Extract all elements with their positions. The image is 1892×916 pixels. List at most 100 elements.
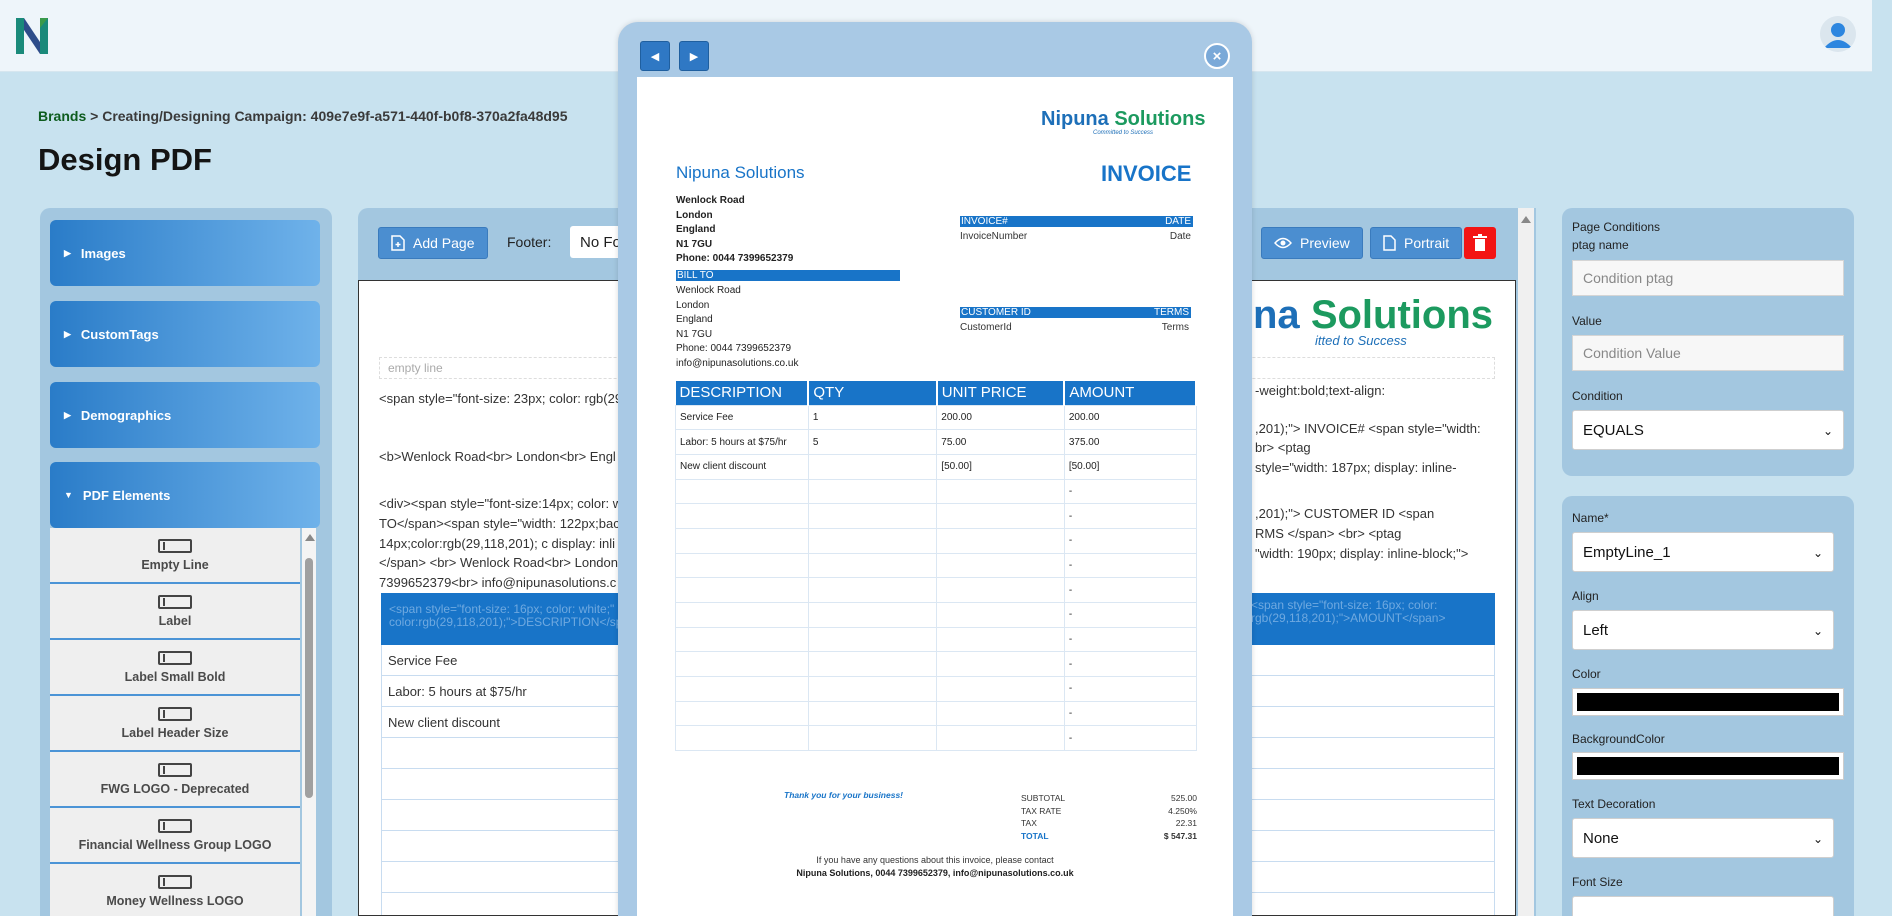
font-size-input[interactable] — [1572, 896, 1834, 916]
element-label: Label — [158, 613, 192, 628]
accordion-label: CustomTags — [80, 326, 159, 342]
accordion-label: PDF Elements — [82, 487, 171, 503]
terms-value: Terms — [1161, 322, 1189, 333]
summary-value: $ 547.31 — [1163, 830, 1197, 841]
text-field-icon — [158, 874, 192, 889]
item-desc: Service Fee — [675, 404, 809, 431]
align-select[interactable]: Left ⌄ — [1572, 610, 1834, 650]
text-field-icon — [158, 762, 192, 777]
elements-sidebar: ▶ Images ▶ CustomTags ▶ Demographics ▼ P… — [40, 208, 332, 916]
bgcolor-label: BackgroundColor — [1572, 732, 1665, 746]
accordion-images[interactable]: ▶ Images — [50, 220, 320, 286]
bgcolor-picker[interactable] — [1572, 752, 1844, 780]
delete-page-button[interactable] — [1464, 227, 1496, 259]
code-line[interactable]: 14px;color:rgb(29,118,201); c display: i… — [379, 536, 615, 551]
table-row: - — [675, 725, 1197, 752]
col-amount: AMOUNT — [1064, 381, 1197, 405]
brand-fragment-a: na — [1253, 293, 1300, 337]
canvas-brand-logo[interactable]: na Solutions — [1253, 293, 1493, 338]
add-page-icon — [391, 235, 405, 251]
item-amount: - — [1063, 577, 1197, 603]
condition-selected: EQUALS — [1583, 422, 1644, 439]
accordion-pdf-elements[interactable]: ▼ PDF Elements — [50, 462, 320, 528]
item-desc: New client discount — [675, 453, 809, 480]
bill-to-bar: BILL TO — [676, 270, 900, 281]
name-select[interactable]: EmptyLine_1 ⌄ — [1572, 532, 1834, 572]
user-avatar-icon[interactable] — [1820, 16, 1856, 52]
summary-label: TAX — [1021, 818, 1037, 828]
table-row: Labor: 5 hours at $75/hr 5 75.00 375.00 — [675, 429, 1197, 455]
accordion-demographics[interactable]: ▶ Demographics — [50, 382, 320, 448]
item-amount: - — [1063, 503, 1197, 529]
preview-button[interactable]: Preview — [1261, 227, 1363, 259]
scroll-up-arrow-icon[interactable] — [1521, 216, 1531, 223]
breadcrumb: Brands > Creating/Designing Campaign: 40… — [38, 108, 568, 124]
condition-select[interactable]: EQUALS ⌄ — [1572, 410, 1844, 450]
bill-to-line: Phone: 0044 7399652379 — [676, 343, 792, 354]
element-label[interactable]: Label — [50, 584, 300, 640]
elements-scrollbar[interactable] — [302, 528, 316, 916]
name-label: Name* — [1572, 511, 1609, 525]
code-line-right[interactable]: ,201);"> CUSTOMER ID <span — [1255, 506, 1434, 521]
breadcrumb-brands-link[interactable]: Brands — [38, 108, 86, 124]
close-icon[interactable]: × — [1204, 43, 1230, 69]
scrollbar-thumb[interactable] — [305, 558, 313, 798]
text-decoration-select[interactable]: None ⌄ — [1572, 818, 1834, 858]
n-logo[interactable] — [14, 14, 50, 58]
element-financial-wellness-logo[interactable]: Financial Wellness Group LOGO — [50, 808, 300, 864]
company-address: Wenlock Road London England N1 7GU Phone… — [676, 194, 793, 267]
caret-down-icon: ▼ — [64, 490, 73, 500]
code-line[interactable]: <b>Wenlock Road<br> London<br> Engl — [379, 449, 616, 464]
element-label-small-bold[interactable]: Label Small Bold — [50, 640, 300, 696]
breadcrumb-separator: > — [90, 108, 99, 124]
bill-to-line: info@nipunasolutions.co.uk — [676, 357, 799, 369]
color-swatch — [1577, 693, 1839, 711]
code-line-right[interactable]: style="width: 187px; display: inline- — [1255, 460, 1457, 475]
code-line[interactable]: <span style="font-size: 23px; color: rgb… — [379, 391, 622, 406]
condition-ptag-input[interactable]: Condition ptag — [1572, 260, 1844, 296]
invoice-no-value: InvoiceNumber — [960, 231, 1028, 242]
code-line[interactable]: <div><span style="font-size:14px; color:… — [379, 496, 622, 511]
portrait-button[interactable]: Portrait — [1370, 227, 1463, 259]
ptag-name-label: ptag name — [1572, 238, 1629, 252]
pdf-elements-list: Empty Line Label Label Small Bold Label … — [50, 528, 300, 916]
preview-label: Preview — [1300, 235, 1350, 251]
add-page-button[interactable]: Add Page — [378, 227, 488, 259]
prev-page-button[interactable]: ◀ — [640, 41, 670, 71]
invoice-footer-line2: Nipuna Solutions, 0044 7399652379, info@… — [796, 868, 1074, 878]
element-label-header-size[interactable]: Label Header Size — [50, 696, 300, 752]
code-line[interactable]: TO</span><span style="width: 122px;bac — [379, 516, 620, 531]
font-size-label: Font Size — [1572, 875, 1623, 889]
invoice-title: INVOICE — [1101, 161, 1192, 186]
chevron-down-icon: ⌄ — [1812, 546, 1823, 560]
invoice-preview: Nipuna Solutions Committed to Success Ni… — [637, 77, 1233, 916]
code-line-right[interactable]: ,201);"> INVOICE# <span style="width: — [1255, 421, 1481, 436]
element-empty-line[interactable]: Empty Line — [50, 528, 300, 584]
code-line[interactable]: 7399652379<br> info@nipunasolutions.c — [379, 575, 616, 590]
code-line-right[interactable]: "width: 190px; display: inline-block;"> — [1255, 546, 1468, 561]
code-line-right[interactable]: br> <ptag — [1255, 440, 1311, 455]
address-line: N1 7GU — [676, 238, 713, 250]
color-picker[interactable] — [1572, 688, 1844, 716]
scroll-up-arrow-icon[interactable] — [305, 534, 315, 541]
code-line-right[interactable]: -weight:bold;text-align: — [1255, 383, 1385, 398]
invoice-logo: Nipuna Solutions — [1041, 108, 1205, 131]
next-page-button[interactable]: ▶ — [679, 41, 709, 71]
logo-tagline: Committed to Success — [1093, 130, 1154, 136]
canvas-scrollbar[interactable] — [1518, 208, 1534, 916]
document-icon — [1383, 235, 1396, 251]
element-money-wellness-logo[interactable]: Money Wellness LOGO — [50, 864, 300, 916]
code-line[interactable]: </span> <br> Wenlock Road<br> London — [379, 555, 618, 570]
footer-label: Footer: — [507, 234, 552, 250]
address-line: Wenlock Road — [676, 195, 745, 206]
table-row: - — [675, 503, 1197, 529]
date-value: Date — [1169, 231, 1191, 242]
code-line-right[interactable]: RMS </span> <br> <ptag — [1255, 526, 1401, 541]
element-fwg-logo[interactable]: FWG LOGO - Deprecated — [50, 752, 300, 808]
chevron-down-icon: ⌄ — [1822, 424, 1833, 438]
col-description: DESCRIPTION — [675, 381, 810, 405]
accordion-customtags[interactable]: ▶ CustomTags — [50, 301, 320, 367]
summary-row: SUBTOTAL 525.00 — [1021, 793, 1197, 806]
condition-value-input[interactable]: Condition Value — [1572, 335, 1844, 371]
item-amount: 200.00 — [1063, 404, 1197, 431]
